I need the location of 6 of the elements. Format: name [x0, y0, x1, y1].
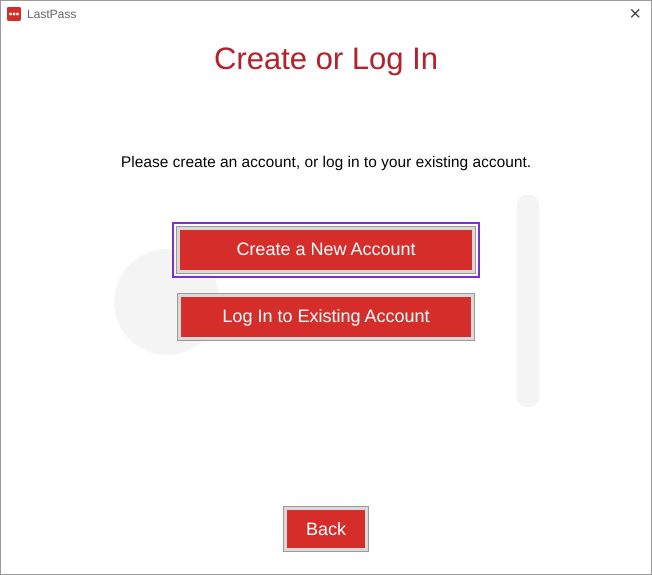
- app-icon: [7, 7, 21, 21]
- create-account-button[interactable]: Create a New Account: [172, 222, 480, 278]
- close-button[interactable]: ×: [625, 4, 645, 24]
- window-title: LastPass: [27, 6, 76, 23]
- message: Please create an account, or log in to your existing account.: [120, 152, 532, 172]
- heading: Create or Log In: [214, 40, 438, 78]
